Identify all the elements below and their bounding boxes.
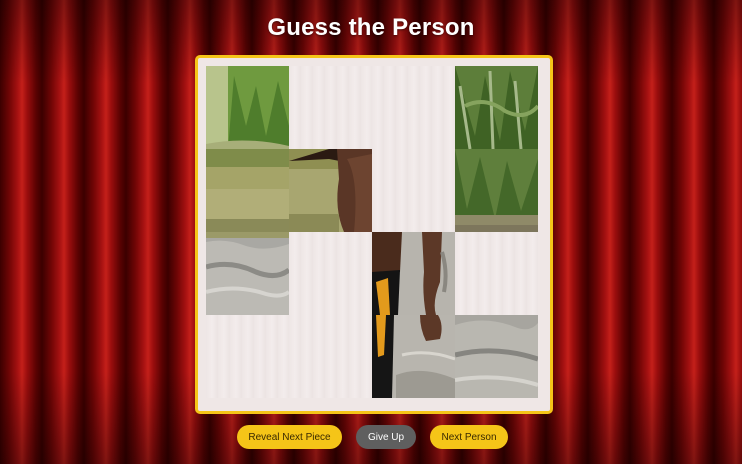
puzzle-tile-0-2-hidden [372, 66, 455, 149]
puzzle-tile-2-1-hidden [289, 232, 372, 315]
puzzle-tile-1-0-revealed [206, 149, 289, 232]
next-person-button[interactable]: Next Person [430, 425, 508, 449]
puzzle-tile-1-1-revealed [289, 149, 372, 232]
reveal-next-piece-button[interactable]: Reveal Next Piece [237, 425, 342, 449]
puzzle-tile-0-1-hidden [289, 66, 372, 149]
puzzle-grid [206, 66, 542, 402]
puzzle-tile-2-2-revealed [372, 232, 455, 315]
puzzle-tile-1-2-hidden [372, 149, 455, 232]
puzzle-tile-0-0-revealed [206, 66, 289, 149]
puzzle-tile-2-0-revealed [206, 232, 289, 315]
give-up-button[interactable]: Give Up [356, 425, 416, 449]
puzzle-tile-1-3-revealed [455, 149, 538, 232]
puzzle-tile-0-3-revealed [455, 66, 538, 149]
puzzle-frame [195, 55, 553, 414]
puzzle-tile-2-3-hidden [455, 232, 538, 315]
puzzle-tile-3-2-revealed [372, 315, 455, 398]
puzzle-tile-3-0-hidden [206, 315, 289, 398]
puzzle-tile-3-1-hidden [289, 315, 372, 398]
page-title: Guess the Person [267, 14, 475, 41]
puzzle-tile-3-3-revealed [455, 315, 538, 398]
